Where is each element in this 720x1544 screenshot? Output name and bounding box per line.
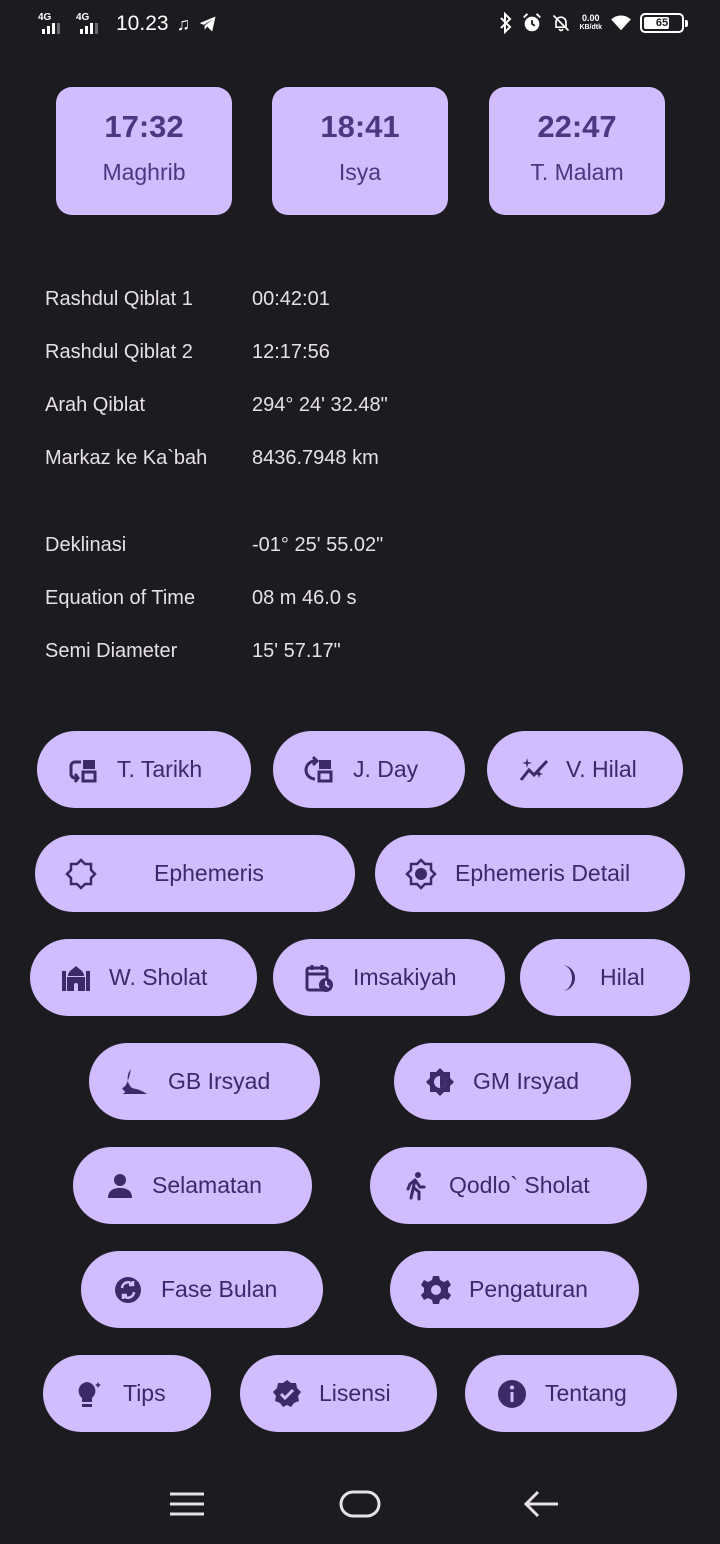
person-icon [104, 1170, 136, 1202]
info-label: Equation of Time [45, 587, 196, 609]
button-label: Tips [123, 1380, 166, 1406]
button-label: Qodlo` Sholat [449, 1172, 590, 1198]
calendar-clock-icon [303, 962, 335, 994]
v-hilal-button[interactable]: V. Hilal [487, 731, 683, 808]
clock: 10.23 [116, 12, 169, 35]
pengaturan-button[interactable]: Pengaturan [390, 1251, 639, 1328]
button-label: Hilal [600, 964, 645, 990]
lightbulb-icon [73, 1378, 105, 1410]
notifications-off-icon [553, 14, 570, 32]
w-sholat-button[interactable]: W. Sholat [30, 939, 257, 1016]
button-label: Tentang [545, 1380, 627, 1406]
battery-level: 65 [655, 17, 669, 29]
moon-phase-icon [112, 1274, 144, 1306]
button-label: T. Tarikh [117, 756, 203, 782]
net-speed-value: 0.00 [581, 13, 600, 23]
crescent-icon [550, 962, 582, 994]
status-bar: 4G 4G 10.23 ♫ 0.00 KB/dtk 65 [0, 0, 720, 56]
imsakiyah-button[interactable]: Imsakiyah [273, 939, 505, 1016]
info-label: Markaz ke Ka`bah [45, 447, 208, 469]
music-note-icon: ♫ [176, 13, 191, 34]
gm-irsyad-button[interactable]: GM Irsyad [394, 1043, 631, 1120]
tips-button[interactable]: Tips [43, 1355, 211, 1432]
wifi-icon [611, 15, 631, 31]
sun-detail-icon [405, 857, 437, 890]
info-value: -01° 25' 55.02" [252, 534, 384, 556]
button-label: W. Sholat [109, 964, 208, 990]
button-label: Fase Bulan [161, 1276, 278, 1302]
mosque-icon [60, 962, 92, 994]
back-icon[interactable] [522, 1484, 562, 1524]
network-type: 4G [76, 12, 90, 23]
info-value: 15' 57.17" [252, 640, 341, 662]
date-convert-icon [67, 754, 99, 786]
ephemeris-button[interactable]: Ephemeris [35, 835, 355, 912]
prayer-card-maghrib: 17:32 Maghrib [56, 87, 232, 215]
button-label: Selamatan [152, 1172, 262, 1198]
home-icon[interactable] [338, 1484, 382, 1524]
button-label: GM Irsyad [473, 1068, 580, 1094]
menu-icon[interactable] [168, 1484, 206, 1524]
prayer-name: Isya [338, 159, 382, 185]
prayer-card-tengah-malam: 22:47 T. Malam [489, 87, 665, 215]
fase-bulan-button[interactable]: Fase Bulan [81, 1251, 323, 1328]
info-label: Deklinasi [45, 534, 127, 556]
status-right: 0.00 KB/dtk 65 [499, 12, 688, 34]
prayer-card-isya: 18:41 Isya [272, 87, 448, 215]
prayer-time: 18:41 [320, 109, 400, 144]
info-value: 12:17:56 [252, 341, 330, 363]
status-left: 4G 4G 10.23 ♫ [38, 12, 218, 36]
lisensi-button[interactable]: Lisensi [240, 1355, 437, 1432]
button-label: Ephemeris Detail [455, 860, 631, 886]
prayer-time: 17:32 [104, 109, 184, 144]
button-label: Pengaturan [469, 1276, 588, 1302]
info-label: Arah Qiblat [45, 394, 146, 416]
info-value: 8436.7948 km [252, 447, 379, 469]
telegram-icon [199, 16, 216, 32]
info-icon [496, 1378, 528, 1410]
info-value: 294° 24' 32.48" [252, 394, 388, 416]
button-label: Imsakiyah [353, 964, 457, 990]
info-label: Semi Diameter [45, 640, 178, 662]
navigation-bar [0, 1470, 720, 1544]
hilal-button[interactable]: Hilal [520, 939, 690, 1016]
battery-icon: 65 [640, 13, 688, 33]
button-label: GB Irsyad [168, 1068, 271, 1094]
network-type: 4G [38, 12, 52, 23]
sun-eclipse-icon [424, 1066, 456, 1098]
t-tarikh-button[interactable]: T. Tarikh [37, 731, 251, 808]
sun-outline-icon [65, 857, 97, 890]
prayer-time: 22:47 [537, 109, 617, 144]
button-label: J. Day [353, 756, 419, 782]
button-label: V. Hilal [566, 756, 637, 782]
alarm-icon [523, 13, 542, 32]
ephemeris-detail-button[interactable]: Ephemeris Detail [375, 835, 685, 912]
info-value: 00:42:01 [252, 288, 330, 310]
gear-icon [420, 1274, 452, 1306]
button-label: Ephemeris [154, 860, 264, 886]
j-day-button[interactable]: J. Day [273, 731, 465, 808]
date-refresh-icon [303, 754, 335, 786]
sparkle-chart-icon [518, 754, 550, 786]
verified-icon [271, 1378, 303, 1410]
tentang-button[interactable]: Tentang [465, 1355, 677, 1432]
info-label: Rashdul Qiblat 2 [45, 341, 193, 363]
network-speed: 0.00 KB/dtk [579, 13, 602, 33]
gb-irsyad-button[interactable]: GB Irsyad [89, 1043, 320, 1120]
info-label: Rashdul Qiblat 1 [45, 288, 193, 310]
info-value: 08 m 46.0 s [252, 587, 357, 609]
signal-icon: 4G [76, 12, 106, 36]
signal-icon: 4G [38, 12, 68, 36]
selamatan-button[interactable]: Selamatan [73, 1147, 312, 1224]
net-speed-unit: KB/dtk [579, 24, 602, 31]
bluetooth-icon [500, 12, 512, 34]
prayer-name: T. Malam [530, 159, 624, 185]
qodlo-sholat-button[interactable]: Qodlo` Sholat [370, 1147, 647, 1224]
prayer-name: Maghrib [102, 159, 186, 185]
moon-eclipse-icon [119, 1066, 151, 1098]
button-label: Lisensi [319, 1380, 391, 1406]
walking-icon [400, 1170, 432, 1202]
